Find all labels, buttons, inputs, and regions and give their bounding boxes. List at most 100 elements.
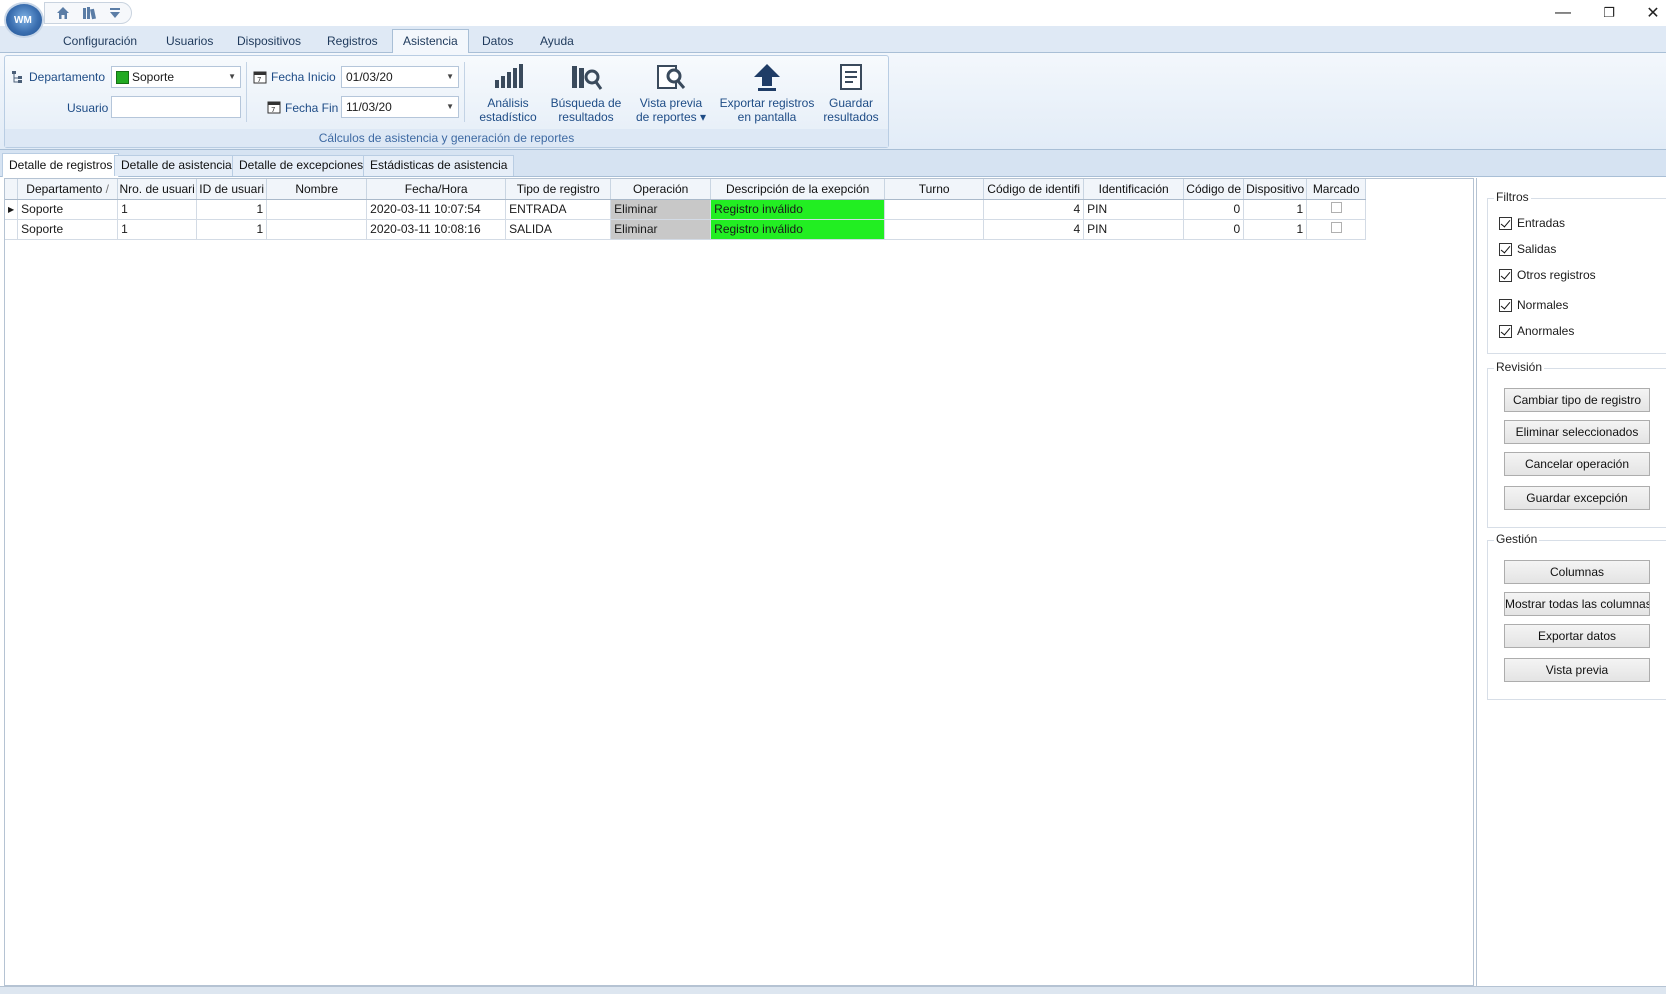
table-cell[interactable]: 1 <box>1243 199 1308 220</box>
filter-anormales[interactable]: Anormales <box>1499 324 1574 338</box>
column-header[interactable]: Nombre <box>266 179 368 200</box>
tab-configuracion[interactable]: Configuración <box>53 31 147 53</box>
search-results-button[interactable]: Búsqueda de resultados <box>546 62 626 128</box>
marked-checkbox[interactable] <box>1306 199 1367 220</box>
column-header[interactable]: Descripción de la exepción <box>710 179 886 200</box>
logo-mark: WM <box>14 15 32 26</box>
table-cell[interactable]: Eliminar <box>610 219 712 240</box>
table-cell[interactable]: Registro inválido <box>710 199 886 220</box>
column-header[interactable]: Turno <box>884 179 985 200</box>
table-cell[interactable]: 1 <box>1243 219 1308 240</box>
cancel-operation-button[interactable]: Cancelar operación <box>1504 452 1650 476</box>
table-cell[interactable]: Soporte <box>17 199 119 220</box>
checked-checkbox-icon <box>1499 242 1512 256</box>
delete-selected-button[interactable]: Eliminar seleccionados <box>1504 420 1650 444</box>
minimize-button[interactable]: — <box>1540 0 1586 26</box>
tab-estadisticas-asistencia[interactable]: Estádisticas de asistencia <box>363 155 515 176</box>
button-label-line2: estadístico <box>479 110 537 124</box>
column-header[interactable]: Marcado <box>1306 179 1367 200</box>
table-cell[interactable]: 1 <box>117 199 198 220</box>
chevron-down-icon: ▼ <box>228 72 236 81</box>
table-cell[interactable]: 2020-03-11 10:07:54 <box>366 199 507 220</box>
marked-checkbox[interactable] <box>1306 219 1367 240</box>
customize-dropdown-icon[interactable] <box>107 5 123 21</box>
filter-salidas[interactable]: Salidas <box>1499 242 1556 256</box>
department-select[interactable]: Soporte ▼ <box>111 66 241 88</box>
table-cell[interactable] <box>266 199 368 220</box>
table-row[interactable]: ▶ Soporte 1 1 2020-03-11 10:07:54 ENTRAD… <box>5 199 1367 220</box>
tab-ayuda[interactable]: Ayuda <box>530 31 584 53</box>
report-preview-button[interactable]: Vista previa de reportes ▾ <box>630 62 712 128</box>
tab-asistencia[interactable]: Asistencia <box>392 29 469 54</box>
change-record-type-button[interactable]: Cambiar tipo de registro <box>1504 388 1650 412</box>
chevron-down-icon: ▼ <box>446 102 454 111</box>
column-header[interactable]: Nro. de usuari <box>117 179 198 200</box>
records-grid[interactable]: Departamento / Nro. de usuari ID de usua… <box>4 178 1474 986</box>
save-results-button[interactable]: Guardar resultados <box>817 62 885 128</box>
table-cell[interactable]: 1 <box>117 219 198 240</box>
table-cell[interactable]: 1 <box>196 199 268 220</box>
end-date-picker[interactable]: 11/03/20 ▼ <box>341 96 459 118</box>
home-icon[interactable] <box>55 5 71 21</box>
table-cell[interactable]: PIN <box>1083 219 1185 240</box>
table-cell[interactable]: SALIDA <box>505 219 612 240</box>
table-cell[interactable]: Eliminar <box>610 199 712 220</box>
table-cell[interactable]: 1 <box>196 219 268 240</box>
column-header[interactable]: Operación <box>610 179 712 200</box>
restore-button[interactable]: ❐ <box>1586 0 1632 26</box>
table-row[interactable]: Soporte 1 1 2020-03-11 10:08:16 SALIDA E… <box>5 219 1367 240</box>
tab-detalle-registros[interactable]: Detalle de registros <box>2 153 120 177</box>
column-header[interactable]: Tipo de registro <box>505 179 612 200</box>
table-cell[interactable] <box>884 199 985 220</box>
filter-entradas[interactable]: Entradas <box>1499 216 1565 230</box>
quick-access-toolbar <box>44 2 132 24</box>
department-color-swatch <box>116 71 129 84</box>
table-cell[interactable]: Registro inválido <box>710 219 886 240</box>
user-input[interactable] <box>111 96 241 118</box>
column-header[interactable]: Departamento / <box>17 179 119 200</box>
checked-checkbox-icon <box>1499 268 1512 282</box>
table-cell[interactable]: Soporte <box>17 219 119 240</box>
column-header[interactable]: Código de <box>1183 179 1245 200</box>
table-cell[interactable]: 2020-03-11 10:08:16 <box>366 219 507 240</box>
tab-dispositivos[interactable]: Dispositivos <box>227 31 311 53</box>
column-header[interactable]: Identificación <box>1083 179 1185 200</box>
columns-button[interactable]: Columnas <box>1504 560 1650 584</box>
column-header[interactable]: Código de identifi <box>983 179 1085 200</box>
button-label-line1: Exportar registros <box>719 96 815 110</box>
table-cell[interactable]: ENTRADA <box>505 199 612 220</box>
title-bar: WM — ❐ ✕ <box>0 0 1666 38</box>
table-cell[interactable]: 0 <box>1183 199 1245 220</box>
tab-registros[interactable]: Registros <box>317 31 388 53</box>
app-logo[interactable]: WM <box>4 2 44 38</box>
tab-detalle-excepciones[interactable]: Detalle de excepciones <box>232 155 371 176</box>
calendar-icon: 7 <box>267 101 281 114</box>
table-cell[interactable]: 4 <box>983 219 1085 240</box>
table-cell[interactable]: PIN <box>1083 199 1185 220</box>
table-cell[interactable]: 4 <box>983 199 1085 220</box>
show-all-columns-button[interactable]: Mostrar todas las columnas <box>1504 592 1650 616</box>
filter-otros-registros[interactable]: Otros registros <box>1499 268 1596 282</box>
save-exception-button[interactable]: Guardar excepción <box>1504 486 1650 510</box>
gestion-title: Gestión <box>1494 532 1540 546</box>
column-header[interactable]: ID de usuari <box>196 179 268 200</box>
preview-button[interactable]: Vista previa <box>1504 658 1650 682</box>
books-icon[interactable] <box>81 5 97 21</box>
row-indicator-header <box>5 179 19 200</box>
ribbon: Departamento Soporte ▼ Usuario 7 Fecha I… <box>0 53 1666 150</box>
checkbox-box <box>1330 202 1342 213</box>
tab-datos[interactable]: Datos <box>472 31 523 53</box>
tab-usuarios[interactable]: Usuarios <box>156 31 223 53</box>
table-cell[interactable]: 0 <box>1183 219 1245 240</box>
close-button[interactable]: ✕ <box>1630 0 1666 26</box>
column-header[interactable]: Fecha/Hora <box>366 179 507 200</box>
filter-normales[interactable]: Normales <box>1499 298 1568 312</box>
table-cell[interactable] <box>266 219 368 240</box>
export-screen-records-button[interactable]: Exportar registros en pantalla <box>717 62 817 128</box>
tab-detalle-asistencia[interactable]: Detalle de asistencia <box>114 155 239 176</box>
column-header[interactable]: Dispositivo <box>1243 179 1308 200</box>
start-date-picker[interactable]: 01/03/20 ▼ <box>341 66 459 88</box>
export-data-button[interactable]: Exportar datos <box>1504 624 1650 648</box>
table-cell[interactable] <box>884 219 985 240</box>
statistical-analysis-button[interactable]: Análisis estadístico <box>470 62 546 128</box>
